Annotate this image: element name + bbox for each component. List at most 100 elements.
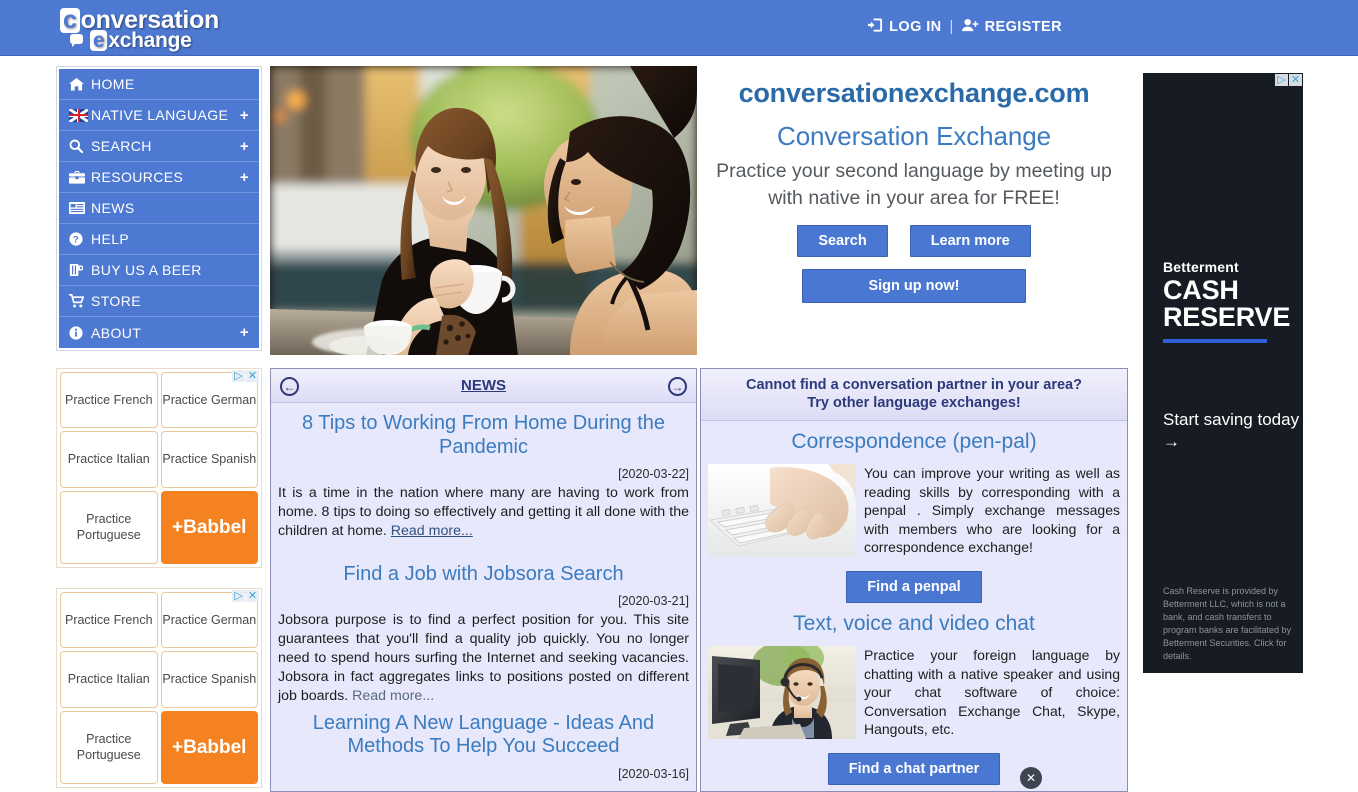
sidebar-item-buy-us-a-beer[interactable]: BUY US A BEER — [59, 255, 259, 286]
sidebar-label-news: NEWS — [91, 200, 135, 216]
ad-cell-babbel-logo[interactable]: +Babbel — [160, 490, 258, 564]
ad-accent-rule — [1163, 339, 1267, 343]
exchange-section-penpal: Correspondence (pen-pal) You can improve… — [708, 430, 1120, 604]
sidebar-item-store[interactable]: STORE — [59, 286, 259, 317]
section-text-chat: Practice your foreign language by chatti… — [864, 647, 1120, 738]
ad-cell-practice-italian[interactable]: Practice Italian — [60, 431, 158, 488]
news-article: 8 Tips to Working From Home During the P… — [278, 412, 689, 541]
ad-cell-practice-spanish[interactable]: Practice Spanish — [160, 431, 258, 488]
ad-choices-controls-1: ▷ ✕ — [232, 370, 259, 382]
section-title-correspondence[interactable]: Correspondence (pen-pal) — [708, 430, 1120, 454]
close-icon[interactable]: ✕ — [246, 370, 259, 382]
login-arrow-icon — [868, 18, 883, 36]
ad-cell-practice-portuguese[interactable]: Practice Portuguese — [60, 490, 158, 564]
speech-bubble-icon — [70, 34, 83, 47]
other-panel-header: Cannot find a conversation partner in yo… — [701, 369, 1127, 421]
sidebar-item-about[interactable]: ABOUT + — [59, 317, 259, 348]
read-more-link[interactable]: Read more... — [352, 688, 434, 704]
site-header: c onversation e xchange LOG IN | REGISTER — [0, 0, 1358, 56]
hands-typing-on-keyboard-photo — [708, 464, 856, 557]
sidebar-item-news[interactable]: NEWS — [59, 193, 259, 224]
news-article-title[interactable]: Find a Job with Jobsora Search — [278, 563, 689, 587]
sidebar-item-resources[interactable]: RESOURCES + — [59, 162, 259, 193]
uk-flag-icon — [69, 108, 91, 122]
login-link[interactable]: LOG IN — [868, 18, 941, 36]
close-icon[interactable]: ✕ — [246, 590, 259, 602]
other-exchanges-panel: Cannot find a conversation partner in yo… — [700, 368, 1128, 792]
news-article-text: It is a time in the nation where many ar… — [278, 485, 689, 539]
sidebar-label-store: STORE — [91, 293, 141, 309]
ad-cell-practice-portuguese[interactable]: Practice Portuguese — [60, 710, 158, 784]
sidebar-label-native-language: NATIVE LANGUAGE — [91, 107, 229, 123]
site-logo[interactable]: c onversation e xchange — [60, 4, 250, 52]
section-button-row-chat: Find a chat partner — [708, 753, 1120, 786]
question-circle-icon: ? — [69, 232, 91, 246]
other-panel-title: Cannot find a conversation partner in yo… — [746, 376, 1082, 411]
ad-cell-practice-italian[interactable]: Practice Italian — [60, 651, 158, 708]
exchange-section-chat: Text, voice and video chat Practice your… — [708, 612, 1120, 786]
sidebar-plus-resources: + — [239, 168, 249, 186]
svg-text:?: ? — [73, 234, 79, 245]
news-panel: ← NEWS → 8 Tips to Working From Home Dur… — [270, 368, 697, 792]
header-auth-links: LOG IN | REGISTER — [868, 18, 1062, 36]
sidebar-label-resources: RESOURCES — [91, 169, 184, 185]
ad-brand-name: Betterment — [1163, 259, 1239, 275]
learn-more-button[interactable]: Learn more — [909, 225, 1031, 258]
section-row-correspondence: You can improve your writing as well as … — [708, 464, 1120, 557]
hero-photo — [270, 66, 697, 355]
ad-cell-practice-french[interactable]: Practice French — [60, 372, 158, 429]
ad-grid-2: Practice French Practice German Practice… — [60, 592, 258, 784]
read-more-link[interactable]: Read more... — [391, 523, 473, 539]
arrow-right-circle-icon[interactable]: → — [668, 377, 687, 396]
find-a-chat-partner-button[interactable]: Find a chat partner — [827, 753, 1001, 786]
beer-mug-icon — [69, 263, 91, 277]
register-link[interactable]: REGISTER — [961, 18, 1062, 36]
adchoices-icon[interactable]: ▷ — [1275, 74, 1288, 86]
babbel-ad-block-1[interactable]: ▷ ✕ Practice French Practice German Prac… — [56, 368, 262, 568]
babbel-ad-block-2[interactable]: ▷ ✕ Practice French Practice German Prac… — [56, 588, 262, 788]
logo-text-2: xchange — [108, 29, 192, 52]
logo-badge-e: e — [90, 30, 108, 51]
news-panel-body: 8 Tips to Working From Home During the P… — [271, 412, 696, 781]
sidebar-plus-native-language: + — [239, 106, 249, 124]
user-plus-icon — [961, 18, 979, 36]
sidebar-item-search[interactable]: SEARCH + — [59, 131, 259, 162]
section-title-chat[interactable]: Text, voice and video chat — [708, 612, 1120, 636]
sidebar-item-native-language[interactable]: NATIVE LANGUAGE + — [59, 100, 259, 131]
info-circle-icon — [69, 325, 91, 340]
sidebar-plus-about: + — [239, 324, 249, 341]
sidebar-item-home[interactable]: HOME — [59, 69, 259, 100]
betterment-skyscraper-ad[interactable]: ▷ ✕ Betterment CASH RESERVE Start saving… — [1143, 73, 1303, 673]
signup-button[interactable]: Sign up now! — [802, 269, 1026, 304]
news-article-title[interactable]: 8 Tips to Working From Home During the P… — [278, 412, 689, 459]
search-button[interactable]: Search — [797, 225, 888, 258]
register-label: REGISTER — [984, 18, 1062, 35]
ad-grid-1: Practice French Practice German Practice… — [60, 372, 258, 564]
adchoices-icon[interactable]: ▷ — [232, 590, 245, 602]
news-article-body: It is a time in the nation where many ar… — [278, 484, 689, 541]
section-row-chat: Practice your foreign language by chatti… — [708, 646, 1120, 740]
close-circle-icon[interactable]: ✕ — [1020, 767, 1042, 789]
ad-cell-practice-spanish[interactable]: Practice Spanish — [160, 651, 258, 708]
close-icon[interactable]: ✕ — [1289, 74, 1302, 86]
home-icon — [69, 77, 91, 91]
ad-cell-babbel-logo[interactable]: +Babbel — [160, 710, 258, 784]
page-title: Conversation Exchange — [777, 121, 1051, 151]
ad-headline: CASH RESERVE — [1163, 277, 1290, 331]
login-label: LOG IN — [889, 18, 942, 35]
news-panel-title[interactable]: NEWS — [461, 377, 506, 394]
section-button-row-correspondence: Find a penpal — [708, 571, 1120, 604]
sidebar-label-buy-us-a-beer: BUY US A BEER — [91, 262, 202, 278]
magnifier-icon — [69, 139, 91, 153]
sidebar-label-help: HELP — [91, 231, 130, 247]
sidebar-item-help[interactable]: ? HELP — [59, 224, 259, 255]
sidebar-label-about: ABOUT — [91, 324, 142, 341]
ad-cell-practice-french[interactable]: Practice French — [60, 592, 158, 649]
ad-cta-text[interactable]: Start saving today → — [1163, 409, 1303, 453]
news-article-title[interactable]: Learning A New Language - Ideas And Meth… — [278, 712, 689, 759]
main-sidebar-nav: HOME NATIVE LANGUAGE + SEARCH + RESOURCE… — [56, 66, 262, 351]
adchoices-icon[interactable]: ▷ — [232, 370, 245, 382]
news-article-date: [2020-03-21] — [618, 594, 689, 609]
arrow-left-circle-icon[interactable]: ← — [280, 377, 299, 396]
find-a-penpal-button[interactable]: Find a penpal — [846, 571, 982, 604]
